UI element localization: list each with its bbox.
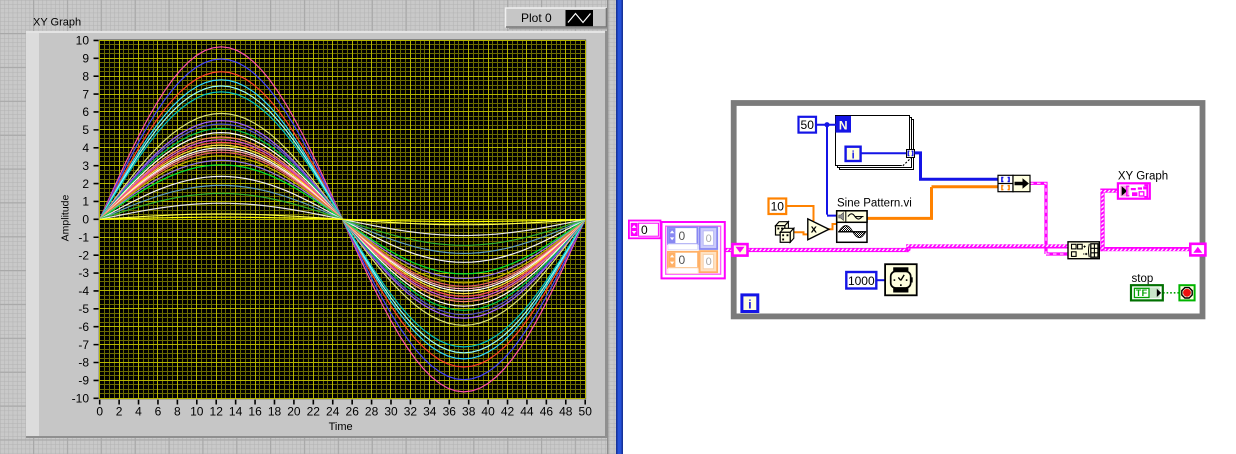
svg-text:0: 0 <box>679 229 686 243</box>
svg-text:12: 12 <box>210 405 224 419</box>
svg-text:-8: -8 <box>78 356 89 370</box>
svg-text:34: 34 <box>423 405 437 419</box>
svg-text:0: 0 <box>641 223 648 237</box>
svg-text:18: 18 <box>268 405 282 419</box>
svg-text:XY Graph: XY Graph <box>1118 171 1168 183</box>
svg-text:26: 26 <box>346 405 360 419</box>
svg-text:7: 7 <box>82 87 89 101</box>
svg-text:50: 50 <box>801 118 815 132</box>
svg-text:5: 5 <box>82 123 89 137</box>
svg-text:6: 6 <box>82 105 89 119</box>
svg-text:-2: -2 <box>78 248 89 262</box>
svg-text:3: 3 <box>82 159 89 173</box>
svg-text:32: 32 <box>404 405 418 419</box>
svg-text:stop: stop <box>1132 273 1154 285</box>
svg-text:-3: -3 <box>78 266 89 280</box>
svg-text:22: 22 <box>307 405 321 419</box>
svg-text:-4: -4 <box>78 284 89 298</box>
svg-text:0: 0 <box>706 256 712 268</box>
svg-text:28: 28 <box>365 405 379 419</box>
svg-text:24: 24 <box>326 405 340 419</box>
svg-text:-6: -6 <box>78 320 89 334</box>
svg-text:14: 14 <box>229 405 243 419</box>
svg-text:2: 2 <box>82 177 89 191</box>
svg-text:30: 30 <box>384 405 398 419</box>
svg-text:0: 0 <box>96 405 103 419</box>
svg-text:10: 10 <box>76 34 90 48</box>
svg-text:i: i <box>852 150 855 162</box>
svg-text:0: 0 <box>679 253 686 267</box>
svg-text:8: 8 <box>174 405 181 419</box>
svg-text:x: x <box>811 224 818 236</box>
svg-text:XY Graph: XY Graph <box>33 17 81 29</box>
svg-text:-5: -5 <box>78 302 89 316</box>
svg-text:-10: -10 <box>72 392 90 406</box>
svg-text:36: 36 <box>443 405 457 419</box>
svg-text:8: 8 <box>82 69 89 83</box>
svg-text:-1: -1 <box>78 230 89 244</box>
svg-text:20: 20 <box>287 405 301 419</box>
svg-text:10: 10 <box>190 405 204 419</box>
svg-text:Plot 0: Plot 0 <box>521 11 552 25</box>
svg-text:4: 4 <box>82 141 89 155</box>
svg-text:0: 0 <box>82 213 89 227</box>
svg-text:40: 40 <box>481 405 495 419</box>
svg-text:42: 42 <box>501 405 515 419</box>
svg-text:50: 50 <box>579 405 593 419</box>
svg-text:46: 46 <box>540 405 554 419</box>
svg-text:-7: -7 <box>78 338 89 352</box>
svg-text:0: 0 <box>706 233 712 245</box>
svg-text:48: 48 <box>559 405 573 419</box>
svg-text:44: 44 <box>520 405 534 419</box>
svg-text:2: 2 <box>116 405 123 419</box>
svg-text:6: 6 <box>155 405 162 419</box>
svg-text:1000: 1000 <box>848 274 875 288</box>
svg-text:Sine Pattern.vi: Sine Pattern.vi <box>837 198 912 210</box>
svg-text:4: 4 <box>135 405 142 419</box>
svg-text:9: 9 <box>82 52 89 66</box>
svg-text:-9: -9 <box>78 374 89 388</box>
svg-text:10: 10 <box>771 200 785 214</box>
svg-text:TF: TF <box>1136 288 1148 298</box>
svg-text:Amplitude: Amplitude <box>60 195 72 242</box>
svg-text:N: N <box>839 119 848 133</box>
svg-text:38: 38 <box>462 405 476 419</box>
svg-text:i: i <box>748 298 751 312</box>
svg-text:Time: Time <box>329 421 353 433</box>
svg-text:1: 1 <box>82 195 89 209</box>
svg-text:16: 16 <box>248 405 262 419</box>
